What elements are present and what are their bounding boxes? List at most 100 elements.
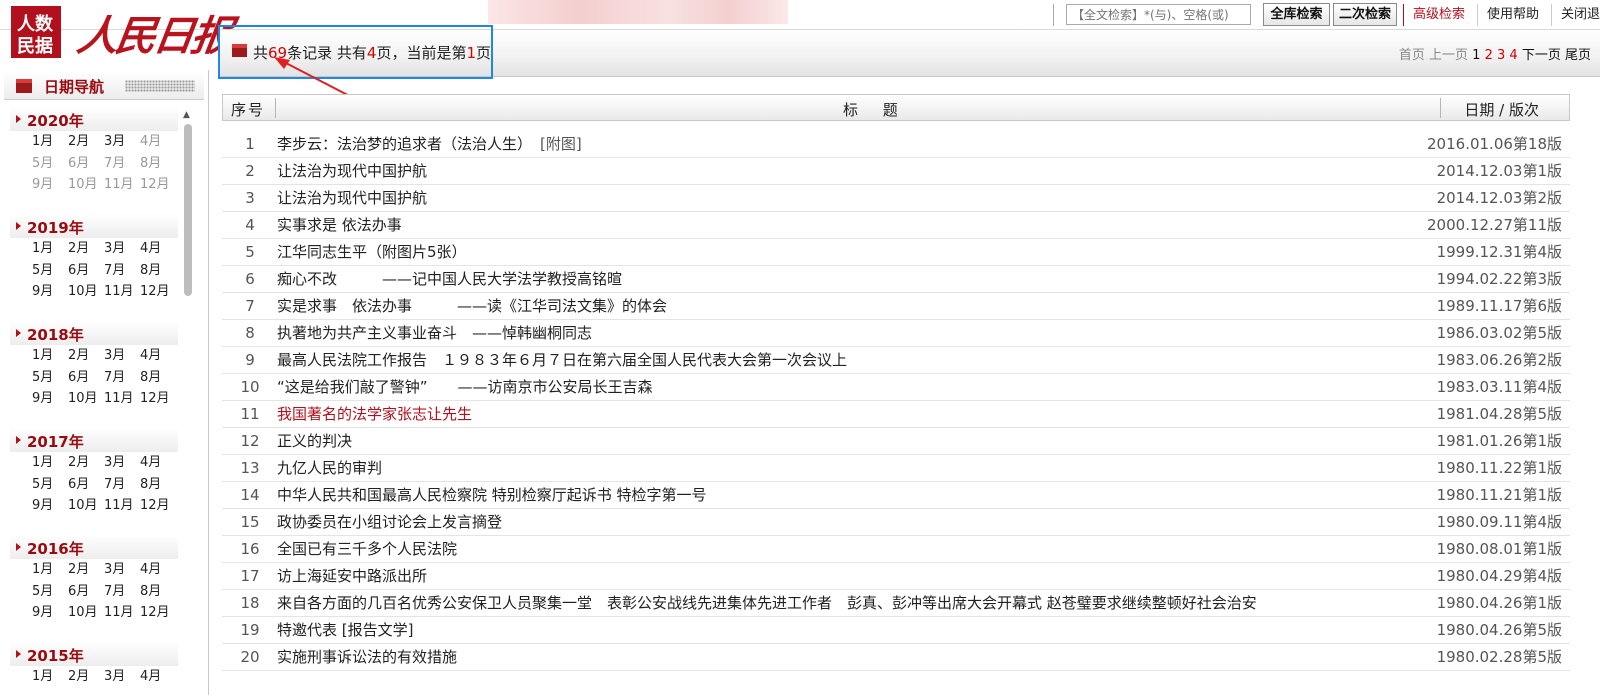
month-link[interactable]: 7月 xyxy=(104,153,140,175)
fulltext-search-input[interactable] xyxy=(1066,4,1251,25)
month-link[interactable]: 11月 xyxy=(104,174,140,196)
year-header[interactable]: 2019年 xyxy=(10,214,178,238)
month-link[interactable]: 12月 xyxy=(140,174,176,196)
article-title-link[interactable]: 访上海延安中路派出所 xyxy=(277,563,427,589)
month-link[interactable]: 7月 xyxy=(104,260,140,282)
month-link[interactable]: 9月 xyxy=(32,281,68,303)
month-link[interactable]: 2月 xyxy=(68,452,104,474)
month-link[interactable]: 1月 xyxy=(32,666,68,688)
month-link[interactable]: 9月 xyxy=(32,602,68,624)
month-link[interactable]: 7月 xyxy=(104,474,140,496)
article-title-link[interactable]: 最高人民法院工作报告 １９８３年６月７日在第六届全国人民代表大会第一次会议上 xyxy=(277,347,847,373)
month-link[interactable]: 6月 xyxy=(68,581,104,603)
year-header[interactable]: 2017年 xyxy=(10,428,178,452)
month-link[interactable]: 4月 xyxy=(140,559,176,581)
month-link[interactable]: 7月 xyxy=(104,367,140,389)
first-page-link[interactable]: 首页 xyxy=(1399,48,1425,63)
month-link[interactable]: 1月 xyxy=(32,559,68,581)
month-link[interactable]: 11月 xyxy=(104,602,140,624)
article-title-link[interactable]: 实事求是 依法办事 xyxy=(277,212,402,238)
article-title-link[interactable]: 执著地为共产主义事业奋斗 ——悼韩幽桐同志 xyxy=(277,320,592,346)
month-link[interactable]: 4月 xyxy=(140,452,176,474)
month-link[interactable]: 3月 xyxy=(104,666,140,688)
month-link[interactable]: 1月 xyxy=(32,452,68,474)
article-title-link[interactable]: 中华人民共和国最高人民检察院 特别检察厅起诉书 特检字第一号 xyxy=(277,482,707,508)
month-link[interactable]: 10月 xyxy=(68,495,104,517)
article-title-link[interactable]: 江华同志生平（附图片5张） xyxy=(277,239,467,265)
article-title-link[interactable]: 实是求事 依法办事 ——读《江华司法文集》的体会 xyxy=(277,293,667,319)
article-title-link[interactable]: 痴心不改 ——记中国人民大学法学教授高铭暄 xyxy=(277,266,622,292)
month-link[interactable]: 8月 xyxy=(140,474,176,496)
month-link[interactable]: 6月 xyxy=(68,260,104,282)
year-header[interactable]: 2015年 xyxy=(10,642,178,666)
month-link[interactable]: 8月 xyxy=(140,153,176,175)
scroll-up-arrow-icon[interactable]: ▲ xyxy=(183,110,190,120)
month-link[interactable]: 4月 xyxy=(140,131,176,153)
attachment-tag[interactable]: [附图] xyxy=(540,135,582,153)
month-link[interactable]: 9月 xyxy=(32,174,68,196)
page-3-link[interactable]: 3 xyxy=(1497,48,1505,63)
month-link[interactable]: 3月 xyxy=(104,452,140,474)
month-link[interactable]: 9月 xyxy=(32,388,68,410)
month-link[interactable]: 8月 xyxy=(140,367,176,389)
month-link[interactable]: 5月 xyxy=(32,153,68,175)
page-1-link[interactable]: 1 xyxy=(1472,48,1480,63)
month-link[interactable]: 2月 xyxy=(68,666,104,688)
month-link[interactable]: 11月 xyxy=(104,388,140,410)
article-title-link[interactable]: 李步云：法治梦的追求者（法治人生） [附图] xyxy=(277,131,582,157)
month-link[interactable]: 10月 xyxy=(68,602,104,624)
month-link[interactable]: 10月 xyxy=(68,281,104,303)
month-link[interactable]: 2月 xyxy=(68,559,104,581)
month-link[interactable]: 2月 xyxy=(68,345,104,367)
year-header[interactable]: 2018年 xyxy=(10,321,178,345)
article-title-link[interactable]: 九亿人民的审判 xyxy=(277,455,382,481)
article-title-link[interactable]: 我国著名的法学家张志让先生 xyxy=(277,401,472,427)
article-title-link[interactable]: 特邀代表 [报告文学] xyxy=(277,617,413,643)
page-4-link[interactable]: 4 xyxy=(1509,48,1517,63)
month-link[interactable]: 9月 xyxy=(32,495,68,517)
month-link[interactable]: 4月 xyxy=(140,666,176,688)
article-title-link[interactable]: 全国已有三千多个人民法院 xyxy=(277,536,457,562)
close-exit-link[interactable]: 关闭退 xyxy=(1561,4,1600,26)
month-link[interactable]: 11月 xyxy=(104,495,140,517)
month-link[interactable]: 8月 xyxy=(140,260,176,282)
article-title-link[interactable]: 让法治为现代中国护航 xyxy=(277,185,427,211)
full-database-search-button[interactable]: 全库检索 xyxy=(1263,3,1330,26)
prev-page-link[interactable]: 上一页 xyxy=(1429,48,1468,63)
year-header[interactable]: 2020年 xyxy=(10,107,178,131)
month-link[interactable]: 10月 xyxy=(68,388,104,410)
month-link[interactable]: 1月 xyxy=(32,345,68,367)
month-link[interactable]: 2月 xyxy=(68,238,104,260)
month-link[interactable]: 3月 xyxy=(104,345,140,367)
month-link[interactable]: 12月 xyxy=(140,602,176,624)
month-link[interactable]: 4月 xyxy=(140,238,176,260)
year-header[interactable]: 2016年 xyxy=(10,535,178,559)
article-title-link[interactable]: 来自各方面的几百名优秀公安保卫人员聚集一堂 表彰公安战线先进集体先进工作者 彭真… xyxy=(277,590,1257,616)
month-link[interactable]: 4月 xyxy=(140,345,176,367)
month-link[interactable]: 12月 xyxy=(140,388,176,410)
month-link[interactable]: 2月 xyxy=(68,131,104,153)
month-link[interactable]: 12月 xyxy=(140,281,176,303)
sidebar-scrollbar-thumb[interactable] xyxy=(184,124,192,296)
month-link[interactable]: 5月 xyxy=(32,260,68,282)
month-link[interactable]: 7月 xyxy=(104,581,140,603)
month-link[interactable]: 3月 xyxy=(104,559,140,581)
next-page-link[interactable]: 下一页 xyxy=(1522,48,1561,63)
month-link[interactable]: 5月 xyxy=(32,474,68,496)
article-title-link[interactable]: “这是给我们敲了警钟” ——访南京市公安局长王吉森 xyxy=(277,374,653,400)
advanced-search-link[interactable]: 高级检索 xyxy=(1413,4,1465,26)
article-title-link[interactable]: 让法治为现代中国护航 xyxy=(277,158,427,184)
article-title-link[interactable]: 正义的判决 xyxy=(277,428,352,454)
month-link[interactable]: 3月 xyxy=(104,131,140,153)
month-link[interactable]: 1月 xyxy=(32,131,68,153)
month-link[interactable]: 3月 xyxy=(104,238,140,260)
month-link[interactable]: 5月 xyxy=(32,367,68,389)
page-2-link[interactable]: 2 xyxy=(1485,48,1493,63)
last-page-link[interactable]: 尾页 xyxy=(1565,48,1591,63)
month-link[interactable]: 6月 xyxy=(68,153,104,175)
month-link[interactable]: 11月 xyxy=(104,281,140,303)
month-link[interactable]: 1月 xyxy=(32,238,68,260)
month-link[interactable]: 5月 xyxy=(32,581,68,603)
article-title-link[interactable]: 实施刑事诉讼法的有效措施 xyxy=(277,644,457,670)
secondary-search-button[interactable]: 二次检索 xyxy=(1333,3,1397,26)
